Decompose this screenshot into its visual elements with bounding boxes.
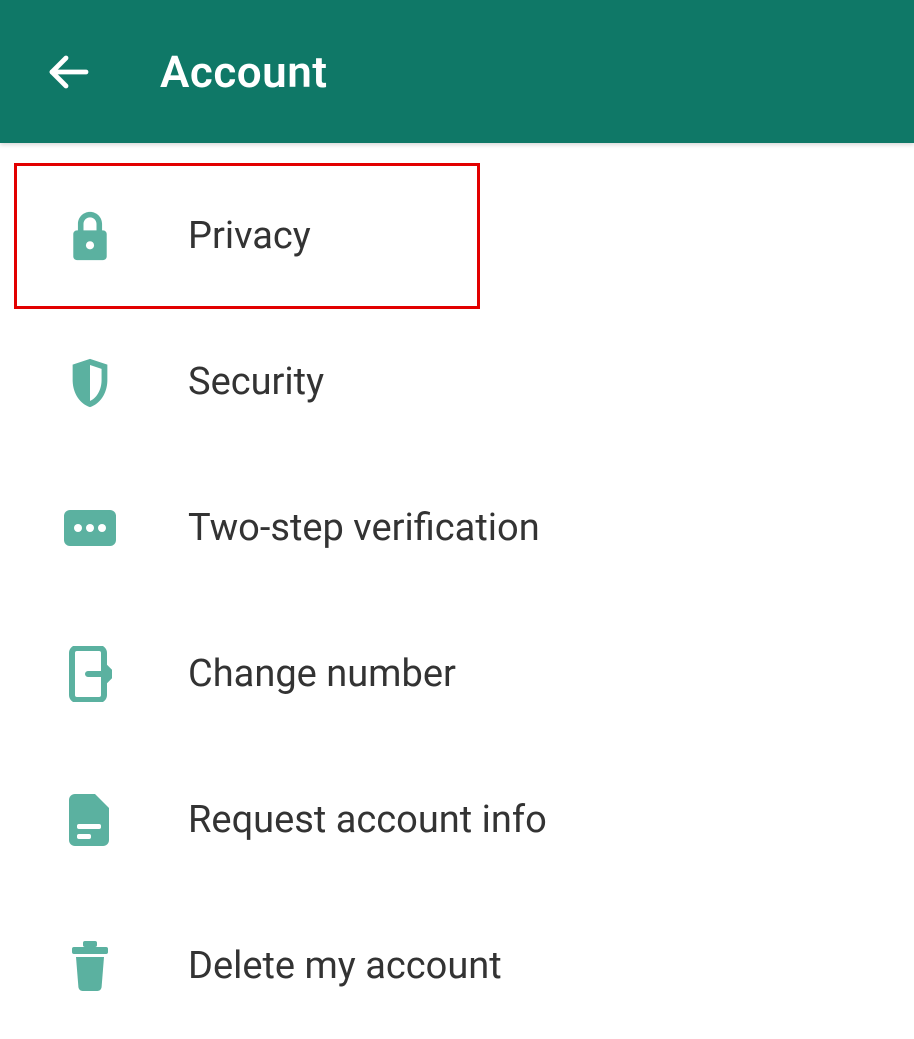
change-number-icon (62, 646, 118, 702)
list-item-privacy[interactable]: Privacy (14, 163, 480, 309)
document-icon (62, 792, 118, 848)
shield-icon (62, 354, 118, 410)
page-title: Account (160, 46, 328, 98)
list-item-label: Delete my account (188, 944, 502, 988)
lock-icon (62, 208, 118, 264)
list-item-label: Request account info (188, 798, 547, 842)
list-item-two-step-verification[interactable]: Two-step verification (0, 455, 914, 601)
app-bar: Account (0, 0, 914, 143)
list-item-security[interactable]: Security (0, 309, 914, 455)
list-item-change-number[interactable]: Change number (0, 601, 914, 747)
dots-icon (62, 500, 118, 556)
account-settings-list: Privacy Security Two-step verification (0, 143, 914, 1039)
list-item-label: Privacy (188, 214, 311, 258)
trash-icon (62, 938, 118, 994)
list-item-delete-my-account[interactable]: Delete my account (0, 893, 914, 1039)
arrow-left-icon (44, 48, 92, 96)
list-item-label: Change number (188, 652, 456, 696)
list-item-label: Two-step verification (188, 506, 540, 550)
list-item-request-account-info[interactable]: Request account info (0, 747, 914, 893)
list-item-label: Security (188, 360, 324, 404)
back-button[interactable] (38, 42, 98, 102)
